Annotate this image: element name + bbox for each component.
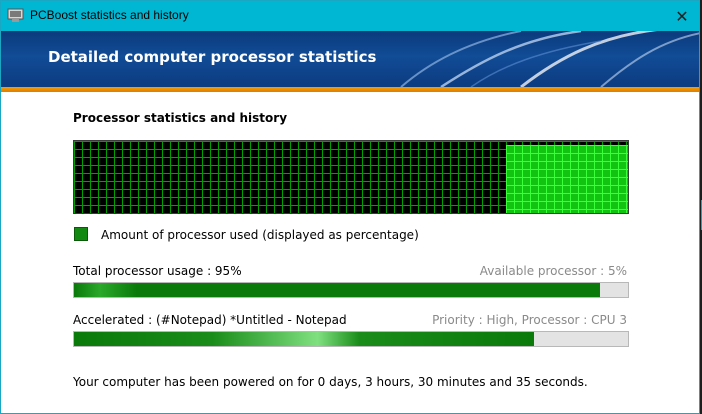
accelerated-bar — [73, 331, 629, 347]
processor-history-graph — [73, 140, 629, 214]
close-icon[interactable]: ✕ — [671, 5, 693, 27]
accelerated-label: Accelerated : (#Notepad) *Untitled - Not… — [73, 313, 347, 327]
pcboost-app-icon — [7, 8, 24, 23]
available-processor-label: Available processor : 5% — [479, 264, 627, 278]
uptime-text: Your computer has been powered on for 0 … — [73, 375, 588, 389]
total-usage-bar-fill — [74, 283, 601, 297]
priority-label: Priority : High, Processor : CPU 3 — [432, 313, 627, 327]
accelerated-bar-fill — [74, 332, 534, 346]
banner-accent-stripe — [1, 87, 699, 92]
legend-label: Amount of processor used (displayed as p… — [101, 228, 419, 242]
window-title: PCBoost statistics and history — [30, 8, 189, 22]
section-title: Processor statistics and history — [73, 111, 288, 125]
title-bar: PCBoost statistics and history ✕ — [1, 1, 699, 31]
total-usage-bar — [73, 282, 629, 298]
banner-title: Detailed computer processor statistics — [48, 48, 377, 66]
total-usage-label: Total processor usage : 95% — [73, 264, 242, 278]
legend-swatch — [74, 227, 88, 241]
statistics-window: PCBoost statistics and history ✕ Detaile… — [0, 0, 700, 414]
history-current-usage-fill — [506, 144, 628, 213]
header-banner: Detailed computer processor statistics — [1, 31, 699, 87]
